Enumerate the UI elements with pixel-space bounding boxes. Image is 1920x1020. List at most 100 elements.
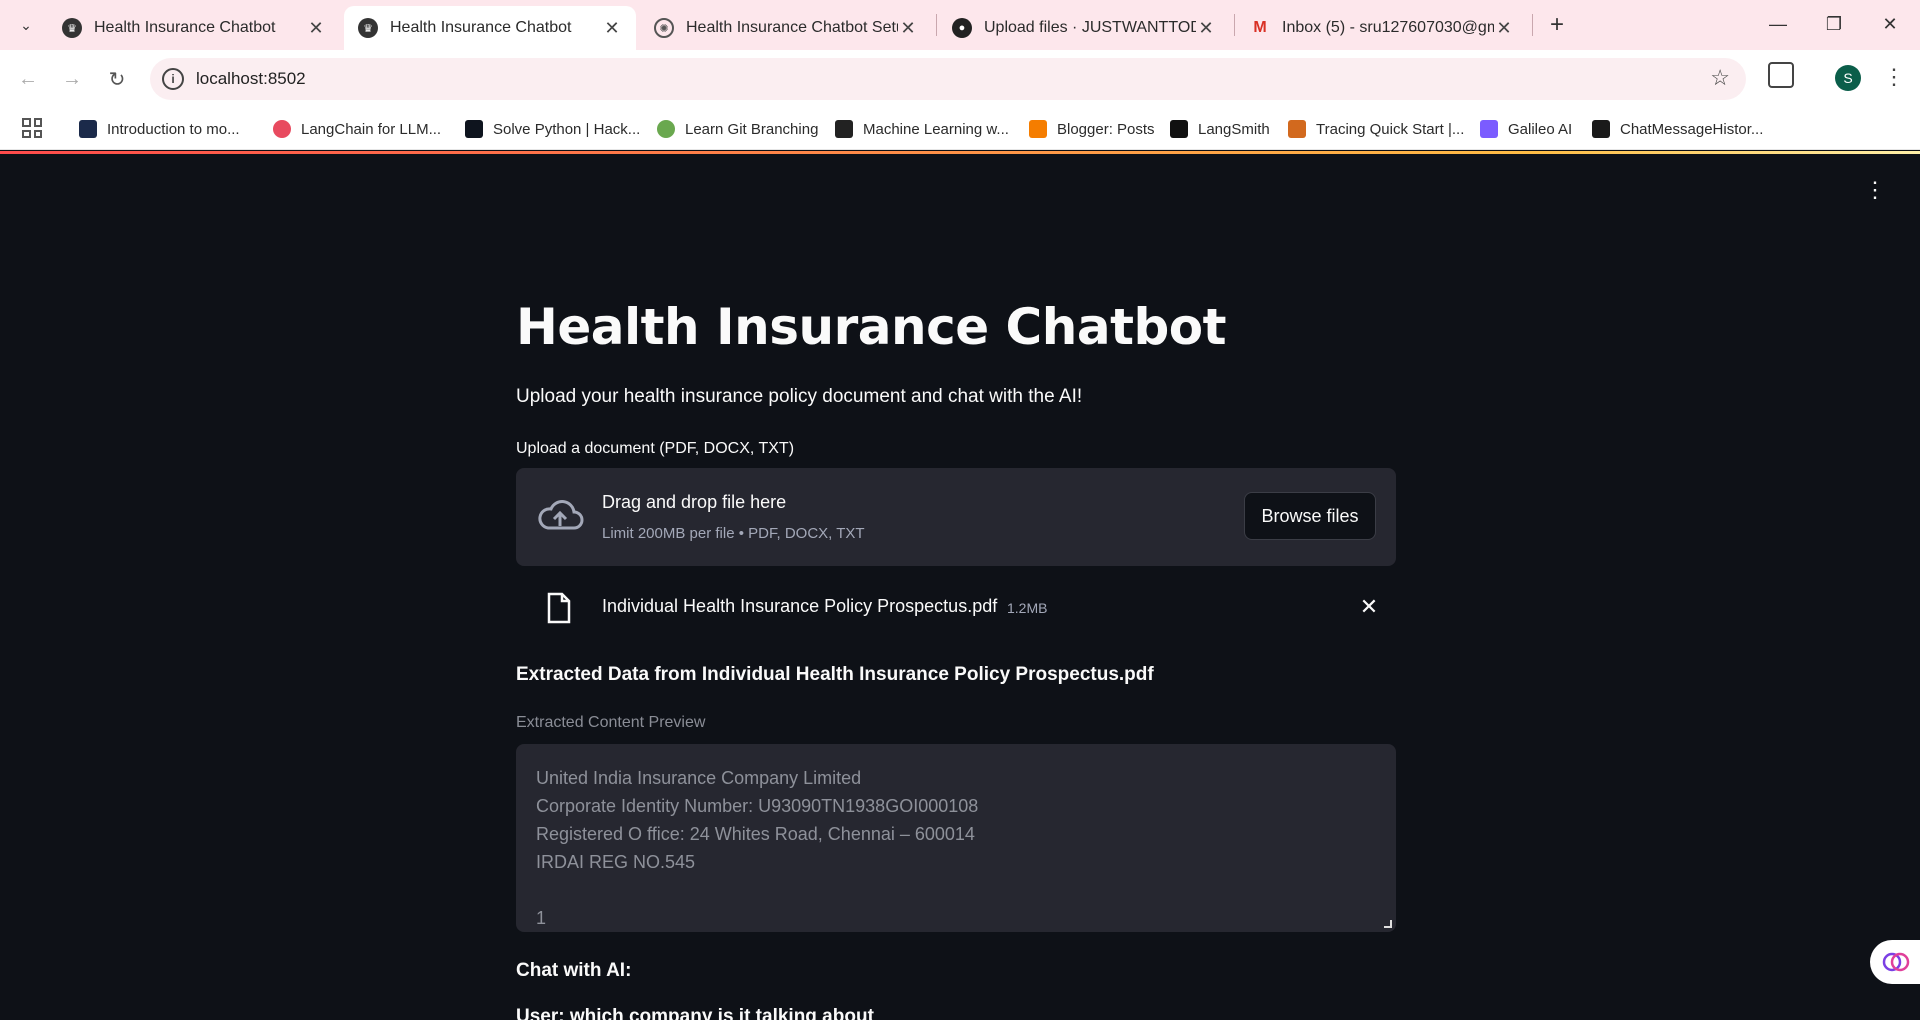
close-tab-icon[interactable]: ✕ (306, 18, 326, 39)
bookmark-label: Learn Git Branching (685, 120, 819, 138)
bookmark-favicon-icon (1170, 120, 1188, 138)
page-title: Health Insurance Chatbot (516, 298, 1227, 356)
browse-files-button[interactable]: Browse files (1244, 492, 1376, 540)
github-icon: ● (952, 18, 972, 38)
preview-line: 1 (536, 908, 547, 928)
bookmark-item[interactable]: Solve Python | Hack... (465, 118, 640, 140)
forward-arrow-icon[interactable]: → (56, 63, 88, 95)
preview-line: United India Insurance Company Limited (536, 768, 862, 788)
tab-separator (1532, 14, 1533, 36)
remove-file-close-icon[interactable]: ✕ (1354, 592, 1384, 622)
browser-menu-icon[interactable]: ⋮ (1883, 64, 1905, 92)
bookmark-label: Solve Python | Hack... (493, 120, 641, 138)
apps-grid-icon[interactable] (22, 118, 42, 138)
restore-icon[interactable]: ❐ (1814, 8, 1854, 40)
tab-title: Health Insurance Chatbot (390, 19, 572, 36)
bookmark-label: LangChain for LLM... (301, 120, 442, 138)
file-icon (547, 592, 571, 624)
tab-separator (936, 14, 937, 36)
close-tab-icon[interactable]: ✕ (898, 18, 918, 39)
tab-title: Health Insurance Chatbot (94, 19, 276, 36)
uploaded-file-size: 1.2MB (1007, 600, 1048, 616)
close-tab-icon[interactable]: ✕ (1494, 18, 1514, 39)
bookmark-item[interactable]: Introduction to mo... (79, 118, 240, 140)
preview-textarea-label: Extracted Content Preview (516, 714, 706, 731)
bookmark-favicon-icon (79, 120, 97, 138)
bookmark-item[interactable]: Machine Learning w... (835, 118, 1009, 140)
address-bar[interactable]: i localhost:8502 ☆ (150, 58, 1746, 100)
preview-line (536, 876, 1376, 904)
bookmark-favicon-icon (1592, 120, 1610, 138)
tab-title: Inbox (5) - sru127607030@gmail (1282, 19, 1494, 36)
uploaded-file-name: Individual Health Insurance Policy Prosp… (602, 596, 998, 616)
site-info-icon[interactable]: i (162, 68, 184, 90)
tab-search-chevron-icon[interactable]: ⌄ (12, 11, 40, 39)
minimize-icon[interactable]: — (1758, 8, 1798, 40)
file-uploader-label: Upload a document (PDF, DOCX, TXT) (516, 440, 795, 457)
streamlit-crown-icon: ♛ (62, 18, 82, 38)
uploaded-file-row: Individual Health Insurance Policy Prosp… (516, 580, 1396, 638)
bookmark-label: Blogger: Posts (1057, 120, 1155, 138)
bookmark-item[interactable]: Tracing Quick Start |... (1288, 118, 1464, 140)
browser-tab-4[interactable]: ● Upload files · JUSTWANTTODO/ ✕ (938, 6, 1230, 50)
bookmark-label: LangSmith (1198, 120, 1270, 138)
address-url[interactable]: localhost:8502 (196, 69, 306, 89)
dropzone-title: Drag and drop file here (602, 492, 787, 512)
bookmark-label: ChatMessageHistor... (1620, 120, 1764, 138)
bookmark-label: Galileo AI (1508, 120, 1573, 138)
bookmark-favicon-icon (1029, 120, 1047, 138)
streamlit-crown-icon: ♛ (358, 18, 378, 38)
bookmark-favicon-icon (835, 120, 853, 138)
tab-separator (1234, 14, 1235, 36)
extensions-puzzle-icon[interactable] (1768, 62, 1794, 88)
page-subtitle: Upload your health insurance policy docu… (516, 386, 1083, 407)
bookmark-favicon-icon (657, 120, 675, 138)
extracted-data-heading: Extracted Data from Individual Health In… (516, 664, 1154, 685)
brain-icon (1882, 952, 1910, 972)
dropzone-limit-text: Limit 200MB per file • PDF, DOCX, TXT (602, 525, 865, 542)
tab-title: Health Insurance Chatbot Setup (686, 19, 898, 36)
resize-handle-icon[interactable] (1384, 920, 1392, 928)
bookmark-favicon-icon (465, 120, 483, 138)
bookmark-item[interactable]: Galileo AI (1480, 118, 1572, 140)
browser-tab-bar: ⌄ ♛ Health Insurance Chatbot ✕ ♛ Health … (0, 0, 1920, 50)
file-dropzone[interactable]: Drag and drop file here Limit 200MB per … (516, 468, 1396, 566)
openai-icon: ✺ (654, 18, 674, 38)
preview-line: Corporate Identity Number: U93090TN1938G… (536, 796, 979, 816)
app-main-menu-icon[interactable]: ⋮ (1864, 176, 1886, 206)
new-tab-plus-icon[interactable]: + (1542, 10, 1572, 40)
chat-section-label: Chat with AI: (516, 960, 632, 981)
bookmark-item[interactable]: LangSmith (1170, 118, 1270, 140)
gmail-icon: M (1253, 19, 1267, 36)
browser-toolbar: ← → ↻ i localhost:8502 ☆ (0, 50, 1920, 108)
extracted-content-textarea[interactable]: United India Insurance Company Limited C… (516, 744, 1396, 932)
preview-line: IRDAI REG NO.545 (536, 852, 696, 872)
profile-avatar[interactable]: S (1835, 65, 1861, 91)
close-tab-icon[interactable]: ✕ (1196, 18, 1216, 39)
floating-assistant-widget[interactable] (1870, 940, 1920, 984)
bookmarks-bar: Introduction to mo... LangChain for LLM.… (0, 108, 1920, 150)
browser-tab-2[interactable]: ♛ Health Insurance Chatbot ✕ (344, 6, 636, 50)
back-arrow-icon[interactable]: ← (12, 63, 44, 95)
bookmark-favicon-icon (1288, 120, 1306, 138)
bookmark-item[interactable]: LangChain for LLM... (273, 118, 441, 140)
bookmark-label: Machine Learning w... (863, 120, 1009, 138)
bookmark-item[interactable]: Learn Git Branching (657, 118, 818, 140)
close-tab-icon[interactable]: ✕ (602, 18, 622, 39)
preview-line: Registered O ffice: 24 Whites Road, Chen… (536, 824, 975, 844)
bookmark-star-icon[interactable]: ☆ (1710, 65, 1730, 91)
browser-tab-3[interactable]: ✺ Health Insurance Chatbot Setup ✕ (640, 6, 932, 50)
bookmark-label: Introduction to mo... (107, 120, 240, 138)
bookmark-item[interactable]: ChatMessageHistor... (1592, 118, 1763, 140)
bookmark-favicon-icon (273, 120, 291, 138)
streamlit-app: ⋮ Health Insurance Chatbot Upload your h… (0, 154, 1920, 1020)
cloud-upload-icon (538, 500, 584, 530)
bookmark-item[interactable]: Blogger: Posts (1029, 118, 1155, 140)
close-window-icon[interactable]: ✕ (1870, 8, 1910, 40)
reload-icon[interactable]: ↻ (101, 63, 133, 95)
browser-tab-1[interactable]: ♛ Health Insurance Chatbot ✕ (48, 6, 340, 50)
bookmark-label: Tracing Quick Start |... (1316, 120, 1465, 138)
user-chat-message: User: which company is it talking about (516, 1006, 874, 1020)
tab-title: Upload files · JUSTWANTTODO/ (984, 19, 1196, 36)
browser-tab-5[interactable]: M Inbox (5) - sru127607030@gmail ✕ (1236, 6, 1528, 50)
